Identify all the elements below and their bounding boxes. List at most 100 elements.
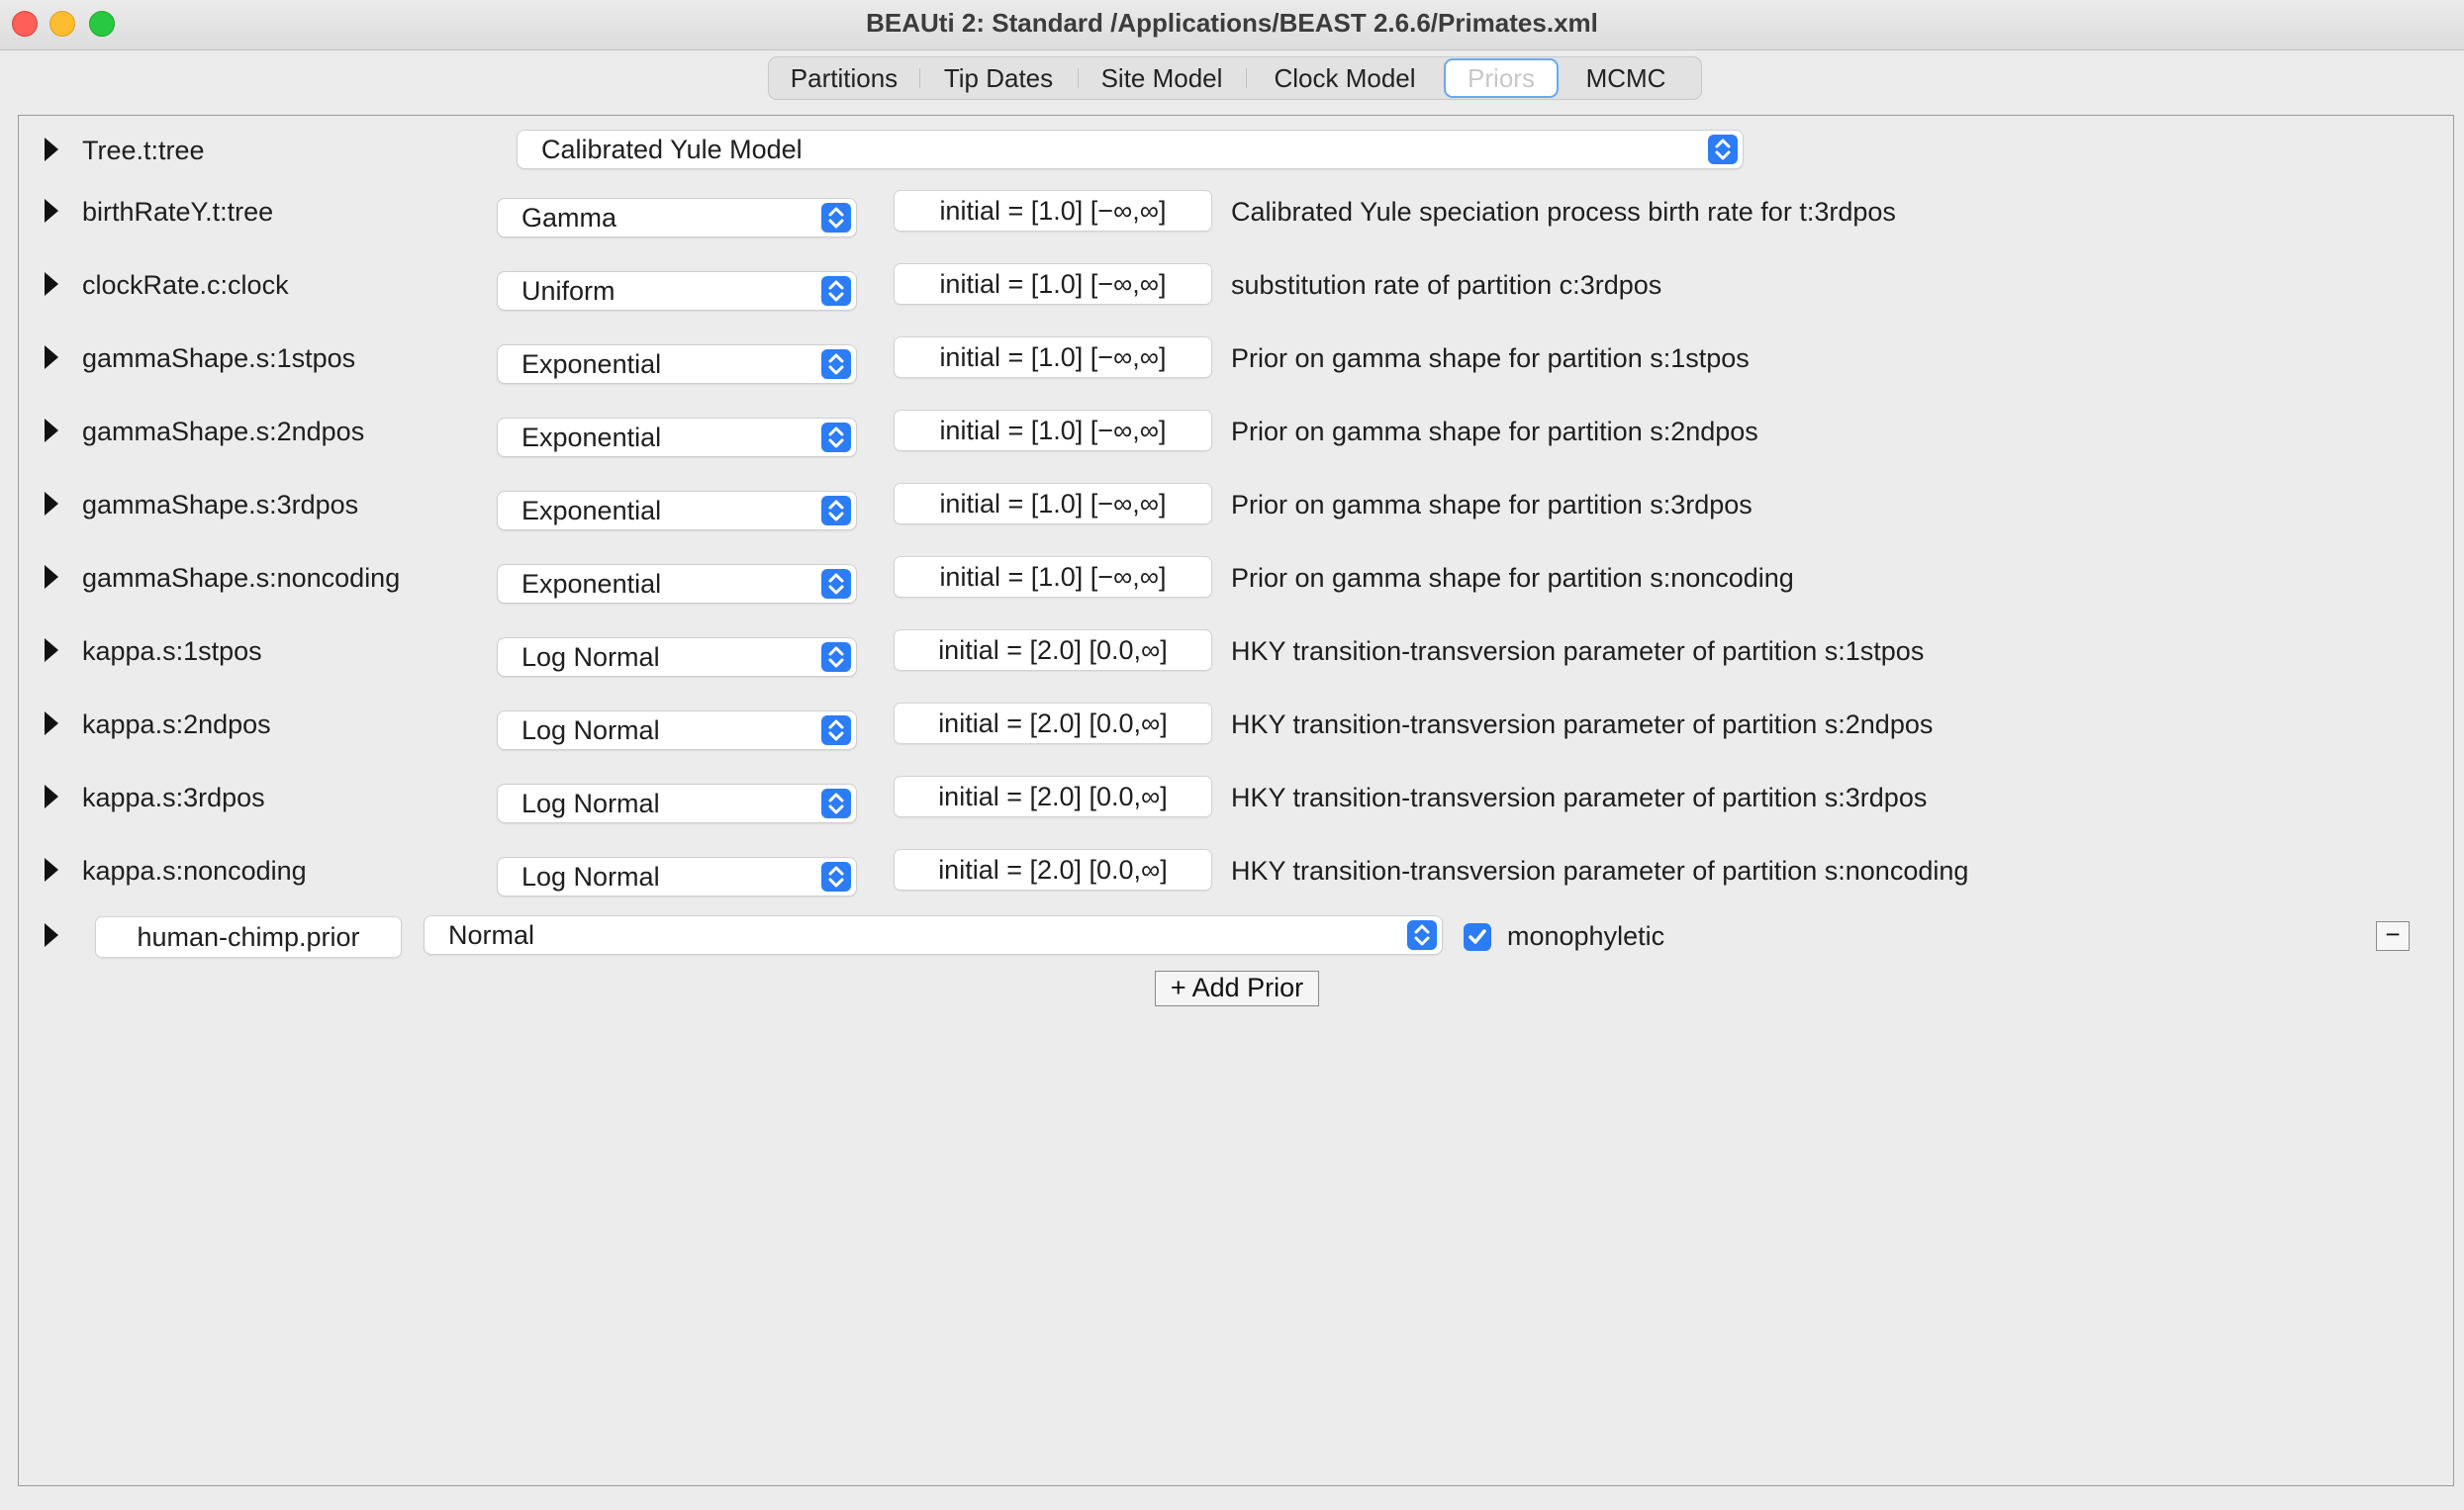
tab-clock-model[interactable]: Clock Model	[1246, 58, 1444, 98]
expand-triangle-icon[interactable]	[45, 858, 58, 882]
distribution-value: Gamma	[521, 203, 617, 233]
distribution-select[interactable]: Exponential	[498, 565, 856, 603]
prior-description: HKY transition-transversion parameter of…	[1231, 783, 1928, 812]
prior-row-gammashape-3rdpos: gammaShape.s:3rdpos Exponential initial …	[19, 480, 2453, 539]
title-bar: BEAUti 2: Standard /Applications/BEAST 2…	[0, 0, 2464, 50]
prior-description: HKY transition-transversion parameter of…	[1231, 636, 1925, 666]
prior-name: gammaShape.s:3rdpos	[82, 490, 359, 519]
initial-value-button[interactable]: initial = [2.0] [0.0,∞]	[895, 630, 1211, 670]
prior-name: gammaShape.s:2ndpos	[82, 417, 365, 446]
expand-triangle-icon[interactable]	[45, 565, 58, 589]
updown-chevron-icon	[821, 349, 851, 379]
initial-value-button[interactable]: initial = [1.0] [−∞,∞]	[895, 191, 1211, 231]
prior-name: clockRate.c:clock	[82, 270, 289, 300]
initial-value-button[interactable]: initial = [1.0] [−∞,∞]	[895, 411, 1211, 450]
prior-row-birthrate: birthRateY.t:tree Gamma initial = [1.0] …	[19, 187, 2453, 246]
prior-description: Prior on gamma shape for partition s:2nd…	[1231, 417, 1758, 446]
updown-chevron-icon	[821, 423, 851, 452]
expand-triangle-icon[interactable]	[45, 711, 58, 735]
prior-row-gammashape-1stpos: gammaShape.s:1stpos Exponential initial …	[19, 333, 2453, 393]
window-title: BEAUti 2: Standard /Applications/BEAST 2…	[866, 8, 1598, 38]
prior-name: kappa.s:2ndpos	[82, 709, 271, 739]
distribution-value: Uniform	[521, 276, 616, 306]
prior-name: gammaShape.s:1stpos	[82, 343, 356, 373]
prior-name: kappa.s:3rdpos	[82, 783, 265, 812]
updown-chevron-icon	[821, 569, 851, 599]
distribution-value: Exponential	[521, 496, 662, 525]
prior-description: substitution rate of partition c:3rdpos	[1231, 270, 1662, 300]
distribution-value: Exponential	[521, 423, 662, 452]
updown-chevron-icon	[821, 715, 851, 745]
updown-chevron-icon	[821, 862, 851, 892]
prior-row-gammashape-noncoding: gammaShape.s:noncoding Exponential initi…	[19, 553, 2453, 613]
initial-value-button[interactable]: initial = [2.0] [0.0,∞]	[895, 704, 1211, 743]
expand-triangle-icon[interactable]	[45, 199, 58, 223]
tab-partitions[interactable]: Partitions	[769, 58, 919, 98]
prior-name: kappa.s:1stpos	[82, 636, 262, 666]
distribution-value: Exponential	[521, 349, 662, 379]
updown-chevron-icon	[821, 789, 851, 818]
add-prior-button[interactable]: + Add Prior	[1155, 971, 1319, 1006]
prior-row-clockrate: clockRate.c:clock Uniform initial = [1.0…	[19, 260, 2453, 320]
tree-model-select[interactable]: Calibrated Yule Model	[518, 131, 1743, 168]
tab-site-model[interactable]: Site Model	[1078, 58, 1246, 98]
distribution-select[interactable]: Log Normal	[498, 858, 856, 896]
tab-priors[interactable]: Priors	[1444, 58, 1559, 98]
prior-row-mrca: human-chimp.prior Normal monophyletic −	[19, 909, 2453, 969]
expand-triangle-icon[interactable]	[45, 923, 58, 947]
distribution-value: Log Normal	[521, 862, 660, 892]
distribution-select[interactable]: Log Normal	[498, 785, 856, 822]
distribution-select[interactable]: Exponential	[498, 492, 856, 529]
distribution-value: Log Normal	[521, 789, 660, 818]
distribution-select[interactable]: Uniform	[498, 272, 856, 310]
initial-value-button[interactable]: initial = [1.0] [−∞,∞]	[895, 484, 1211, 523]
prior-row-kappa-1stpos: kappa.s:1stpos Log Normal initial = [2.0…	[19, 626, 2453, 686]
prior-row-gammashape-2ndpos: gammaShape.s:2ndpos Exponential initial …	[19, 407, 2453, 466]
prior-description: Prior on gamma shape for partition s:non…	[1231, 563, 1794, 593]
prior-row-kappa-3rdpos: kappa.s:3rdpos Log Normal initial = [2.0…	[19, 773, 2453, 832]
tab-mcmc[interactable]: MCMC	[1559, 58, 1693, 98]
expand-triangle-icon[interactable]	[45, 138, 58, 161]
tab-tip-dates[interactable]: Tip Dates	[919, 58, 1078, 98]
expand-triangle-icon[interactable]	[45, 785, 58, 808]
expand-triangle-icon[interactable]	[45, 419, 58, 442]
prior-name: kappa.s:noncoding	[82, 856, 307, 886]
initial-value-button[interactable]: initial = [2.0] [0.0,∞]	[895, 777, 1211, 816]
prior-description: HKY transition-transversion parameter of…	[1231, 709, 1934, 739]
expand-triangle-icon[interactable]	[45, 492, 58, 516]
checkmark-icon	[1469, 929, 1486, 944]
distribution-select[interactable]: Gamma	[498, 199, 856, 236]
distribution-select[interactable]: Log Normal	[498, 711, 856, 749]
prior-description: HKY transition-transversion parameter of…	[1231, 856, 1969, 886]
initial-value-button[interactable]: initial = [1.0] [−∞,∞]	[895, 557, 1211, 597]
tree-model-value: Calibrated Yule Model	[541, 135, 803, 164]
remove-prior-button[interactable]: −	[2376, 921, 2410, 951]
monophyletic-checkbox[interactable]	[1464, 923, 1491, 951]
prior-name: birthRateY.t:tree	[82, 197, 274, 227]
distribution-select[interactable]: Log Normal	[498, 638, 856, 676]
initial-value-button[interactable]: initial = [2.0] [0.0,∞]	[895, 850, 1211, 890]
expand-triangle-icon[interactable]	[45, 272, 58, 296]
distribution-select[interactable]: Exponential	[498, 345, 856, 383]
expand-triangle-icon[interactable]	[45, 638, 58, 662]
initial-value-button[interactable]: initial = [1.0] [−∞,∞]	[895, 337, 1211, 377]
updown-chevron-icon	[1407, 920, 1437, 950]
monophyletic-label: monophyletic	[1507, 921, 1665, 951]
prior-row-tree: Tree.t:tree Calibrated Yule Model	[19, 122, 2453, 181]
distribution-value: Log Normal	[521, 642, 660, 672]
mrca-prior-name-button[interactable]: human-chimp.prior	[96, 917, 401, 957]
mrca-distribution-select[interactable]: Normal	[425, 916, 1442, 954]
prior-name: gammaShape.s:noncoding	[82, 563, 401, 593]
prior-row-kappa-2ndpos: kappa.s:2ndpos Log Normal initial = [2.0…	[19, 700, 2453, 759]
prior-description: Calibrated Yule speciation process birth…	[1231, 197, 1896, 227]
priors-panel: Tree.t:tree Calibrated Yule Model birthR…	[18, 115, 2454, 1486]
prior-name: Tree.t:tree	[82, 136, 205, 165]
tab-bar: Partitions Tip Dates Site Model Clock Mo…	[768, 56, 1702, 100]
distribution-select[interactable]: Exponential	[498, 419, 856, 456]
initial-value-button[interactable]: initial = [1.0] [−∞,∞]	[895, 264, 1211, 304]
updown-chevron-icon	[821, 276, 851, 306]
expand-triangle-icon[interactable]	[45, 345, 58, 369]
distribution-value: Log Normal	[521, 715, 660, 745]
updown-chevron-icon	[821, 496, 851, 525]
prior-row-kappa-noncoding: kappa.s:noncoding Log Normal initial = […	[19, 846, 2453, 905]
